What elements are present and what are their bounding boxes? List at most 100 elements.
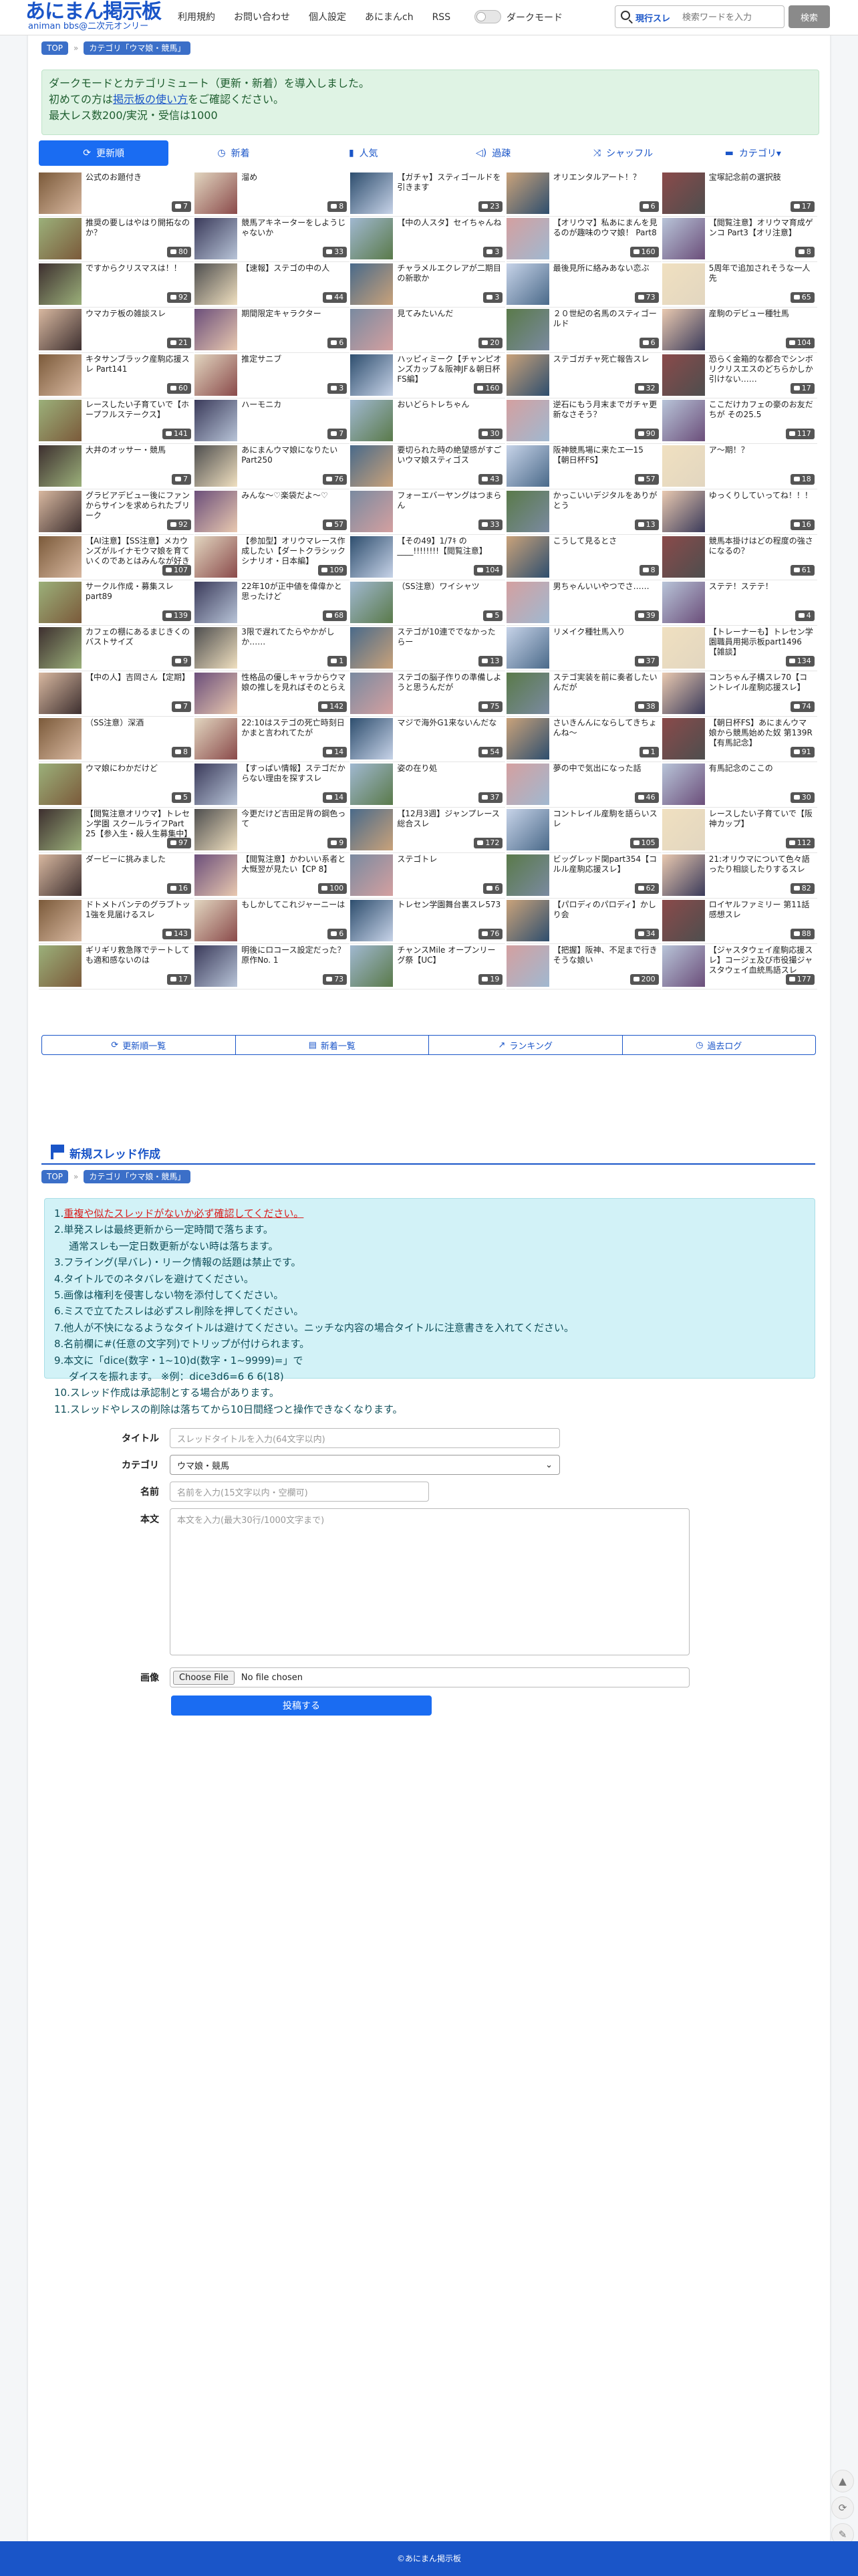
thread-card[interactable]: 今更だけど吉田足背の鋼色って 9 (194, 806, 350, 853)
thread-title[interactable]: ハーモニカ (241, 400, 347, 430)
thread-title[interactable]: ゆっくりしていってね！！！ (709, 491, 815, 521)
breadcrumb-category[interactable]: カテゴリ「ウマ娘・競馬」 (84, 41, 191, 55)
thread-title[interactable]: 【閲覧注意】オリウマ育成ゲンコ Part3【オリ注意】 (709, 218, 815, 248)
thread-card[interactable]: 【閲覧注意】かわいい系者と大慨翌が見たい【CP 8】 100 (194, 852, 350, 899)
thread-title[interactable]: 【AI注意】【SS注意】メカウンズがルイナモウマ娘を育ていくのであとはみんなが好… (86, 536, 191, 566)
thread-thumbnail[interactable] (506, 809, 549, 850)
thread-thumbnail[interactable] (350, 718, 394, 759)
reload-icon[interactable]: ⟳ (831, 2496, 854, 2519)
thread-card[interactable]: （SS注意）ワイシャツ 5 (350, 579, 506, 626)
thread-card[interactable]: 【ジャスタウェイ産駒応援スレ】コージェ及び市役撮ジャスタウェイ血統馬語スレ 177 (662, 943, 817, 989)
breadcrumb-top[interactable]: TOP (41, 41, 69, 55)
thread-title[interactable]: 推定サニブ (241, 354, 347, 384)
thread-title[interactable]: 【把握】阪神、不足まで行きそうな娘い (553, 945, 659, 975)
thread-thumbnail[interactable] (194, 900, 238, 941)
thread-thumbnail[interactable] (350, 491, 394, 532)
choose-file-button[interactable]: Choose File (173, 1670, 235, 1685)
thread-thumbnail[interactable] (350, 582, 394, 623)
thread-thumbnail[interactable] (194, 491, 238, 532)
thread-title[interactable]: 【朝日杯FS】あにまんウマ娘から競馬始めた奴 第139R【有馬記念】 (709, 718, 815, 748)
thread-thumbnail[interactable] (506, 764, 549, 805)
breadcrumb-top[interactable]: TOP (41, 1170, 69, 1183)
thread-title[interactable]: 阪神競馬場に来たエ一15【朝日杯FS】 (553, 445, 659, 475)
thread-title[interactable]: ギリギリ救急隊でテートして も適和感ないのは (86, 945, 191, 975)
thread-thumbnail[interactable] (506, 218, 549, 259)
thread-title[interactable]: 【その49】1/7ｷ の____!!!!!!!!【閲覧注意】 (397, 536, 503, 566)
thread-card[interactable]: 21:オリウマについて色々語ったり相談したりするスレ 82 (662, 852, 817, 899)
thread-card[interactable]: マジで海外G1来ないんだな 54 (350, 715, 506, 762)
thread-card[interactable]: 大井のオッサー・競馬 7 (39, 443, 194, 489)
thread-thumbnail[interactable] (39, 400, 82, 441)
thread-title[interactable]: 3限で遅れてたらやかがしか…… (241, 627, 347, 657)
thread-thumbnail[interactable] (506, 263, 549, 305)
thread-title[interactable]: 【中の人スタ】セイちゃんね (397, 218, 503, 248)
thread-thumbnail[interactable] (39, 673, 82, 714)
thread-title[interactable]: リメイク種牡馬入り (553, 627, 659, 657)
thread-title[interactable]: 性格品の優しキャラからウマ娘の推しを見ればそのとらえ (241, 673, 347, 703)
archive-link[interactable]: ◷ 過去ログ (621, 1035, 816, 1055)
thread-card[interactable]: 【12月3週】ジャンプレース総合スレ 172 (350, 806, 506, 853)
thread-thumbnail[interactable] (350, 536, 394, 578)
thread-card[interactable]: フォーエバーヤングはつまらん 33 (350, 488, 506, 535)
thread-card[interactable]: おいどらトレちゃん 30 (350, 397, 506, 444)
thread-title[interactable]: 【参加型】オリウマレース作成したい【ダートクラシックシナリオ・日本編】 (241, 536, 347, 566)
thread-title[interactable]: フォーエバーヤングはつまらん (397, 491, 503, 521)
thread-card[interactable]: 逆石にもう月末までガチャ更新なさそう？ 90 (506, 397, 662, 444)
thread-title[interactable]: ステゴトレ (397, 854, 503, 885)
thread-thumbnail[interactable] (662, 491, 705, 532)
body-textarea[interactable]: 本文を入力(最大30行/1000文字まで) (170, 1508, 690, 1655)
thread-title[interactable]: 要切られた時の絶望感がすごいウマ娘スティゴス (397, 445, 503, 475)
thread-thumbnail[interactable] (39, 900, 82, 941)
thread-card[interactable]: 【パロディのパロディ】かしり会 34 (506, 897, 662, 944)
thread-thumbnail[interactable] (662, 536, 705, 578)
thread-title[interactable]: 【速報】ステゴの中の人 (241, 263, 347, 294)
thread-title[interactable]: 見てみたいんだ (397, 309, 503, 339)
thread-card[interactable]: ステゴトレ 6 (350, 852, 506, 899)
thread-thumbnail[interactable] (350, 627, 394, 669)
thread-title[interactable]: 産駒のデビュー種牡馬 (709, 309, 815, 339)
thread-title[interactable]: 22年10が正中値を偉偉かと思ったけど (241, 582, 347, 612)
thread-title[interactable]: 明後にロコース設定だった？原作No. 1 (241, 945, 347, 975)
thread-card[interactable]: 【速報】ステゴの中の人 44 (194, 261, 350, 308)
thread-thumbnail[interactable] (506, 400, 549, 441)
thread-card[interactable]: 【中の人スタ】セイちゃんね 3 (350, 215, 506, 262)
thread-thumbnail[interactable] (194, 809, 238, 850)
thread-card[interactable]: ステテ！ステテ！ 4 (662, 579, 817, 626)
thread-title[interactable]: レースしたい子育ていで【ホープフルステークス】 (86, 400, 191, 430)
thread-thumbnail[interactable] (39, 445, 82, 487)
thread-card[interactable]: 宝塚記念前の選択肢 17 (662, 170, 817, 217)
thread-thumbnail[interactable] (350, 854, 394, 896)
thread-title[interactable]: ロイヤルファミリー 第11話感想スレ (709, 900, 815, 930)
thread-title[interactable]: チャラメルエクレアが二期目の新歌か (397, 263, 503, 294)
thread-thumbnail[interactable] (662, 582, 705, 623)
tab-popular[interactable]: ▮ 人気 (299, 140, 428, 166)
thread-thumbnail[interactable] (506, 854, 549, 896)
thread-thumbnail[interactable] (350, 400, 394, 441)
thread-thumbnail[interactable] (662, 627, 705, 669)
thread-card[interactable]: あにまんウマ娘になりたいPart250 76 (194, 443, 350, 489)
thread-thumbnail[interactable] (350, 218, 394, 259)
thread-card[interactable]: ですからクリスマスは！！ 92 (39, 261, 194, 308)
thread-thumbnail[interactable] (39, 218, 82, 259)
thread-title[interactable]: コントレイル産駒を語らいスレ (553, 809, 659, 839)
thread-card[interactable]: ここだけカフェの豪のお友だちが その25.5 117 (662, 397, 817, 444)
thread-card[interactable]: ダービーに挑みました 16 (39, 852, 194, 899)
usage-guide-link[interactable]: 掲示板の使い方 (113, 93, 188, 106)
thread-thumbnail[interactable] (194, 354, 238, 396)
thread-title[interactable]: トレセン学園舞台裏スレ573 (397, 900, 503, 930)
thread-title[interactable]: レースしたい子育ていで【阪神カップ】 (709, 809, 815, 839)
thread-card[interactable]: 男ちゃんいいやつでさ…… 39 (506, 579, 662, 626)
thread-thumbnail[interactable] (662, 218, 705, 259)
thread-card[interactable]: 【オリウマ】私あにまんを見るのが趣味のウマ娘！ Part8 160 (506, 215, 662, 262)
thread-thumbnail[interactable] (506, 536, 549, 578)
thread-card[interactable]: リメイク種牡馬入り 37 (506, 624, 662, 671)
thread-thumbnail[interactable] (39, 945, 82, 987)
thread-card[interactable]: さいきんんにならしてきちょんね〜 1 (506, 715, 662, 762)
thread-title[interactable]: 公式のお題付き (86, 172, 191, 203)
thread-card[interactable]: みんな〜♡楽袋だよ〜♡ 57 (194, 488, 350, 535)
thread-card[interactable]: グラビアデビュー後にファンからサインを求められたブリーク 92 (39, 488, 194, 535)
thread-thumbnail[interactable] (194, 854, 238, 896)
thread-card[interactable]: 【すっぱい情報】ステゴだからない理由を探すスレ 14 (194, 761, 350, 808)
thread-thumbnail[interactable] (350, 172, 394, 214)
thread-card[interactable]: ドトメトバンテのグラブトッ1強を見届けるスレ 143 (39, 897, 194, 944)
